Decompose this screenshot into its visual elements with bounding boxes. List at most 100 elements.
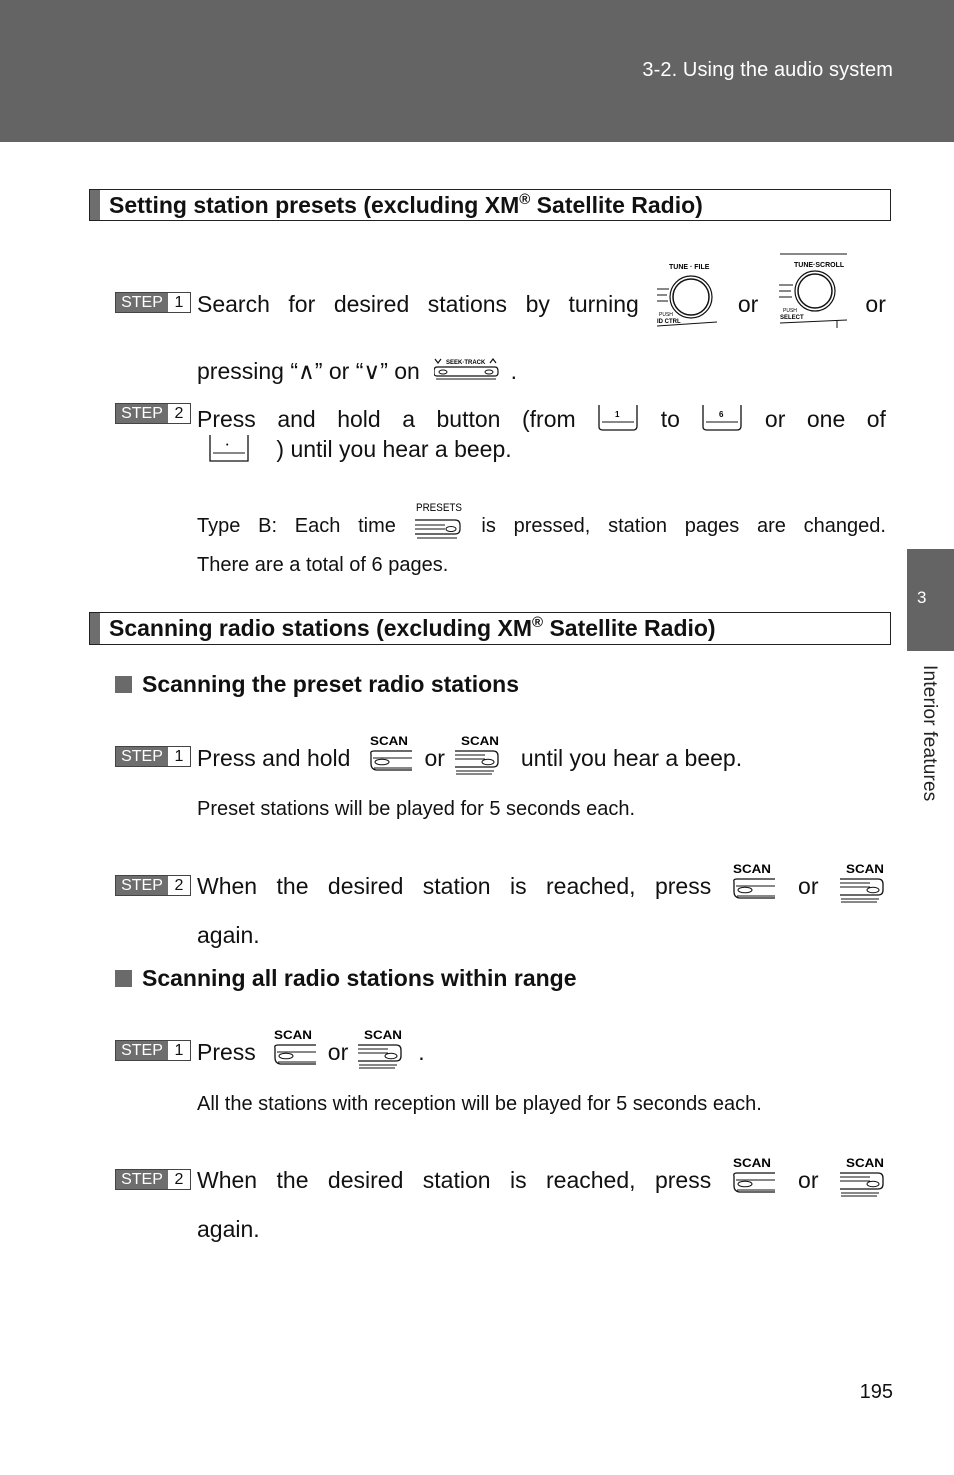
word: When [197, 873, 258, 899]
step-number: 1 [168, 747, 190, 766]
seek-track-button-icon: SEEK·TRACK [434, 357, 500, 381]
chapter-label: Interior features [919, 665, 940, 802]
svg-text:SCAN: SCAN [370, 734, 408, 748]
subsection-heading: Scanning all radio stations within range [115, 965, 577, 992]
step-number: 1 [168, 1041, 190, 1060]
step-label: STEP [116, 404, 168, 423]
scan-button-icon: SCAN [731, 1156, 779, 1198]
word: are [757, 515, 786, 537]
note-type-b: Type B: Each time PRESETS is pressed, st… [197, 496, 886, 541]
subsection-heading: Scanning the preset radio stations [115, 671, 519, 698]
scan-button-icon: SCAN [356, 1028, 404, 1070]
step-text-continued: • ) until you hear a beep. [208, 433, 512, 463]
svg-text:SELECT: SELECT [780, 315, 804, 321]
svg-text:TUNE·SCROLL: TUNE·SCROLL [794, 262, 845, 269]
or-text: or [798, 1167, 819, 1193]
step-text: Press SCAN or SCAN . [197, 1024, 425, 1070]
step-text-line: pressing “∧” or “∨” on [197, 358, 420, 384]
or-text: or [798, 873, 819, 899]
section-heading-presets: Setting station presets (excluding XM® S… [89, 189, 891, 221]
word: reached, [546, 1167, 636, 1193]
svg-text:SCAN: SCAN [733, 1156, 771, 1170]
tune-scroll-knob-icon: TUNE·SCROLL PUSH SELECT [777, 252, 847, 328]
square-bullet-icon [115, 676, 132, 693]
word: the [276, 1167, 309, 1193]
square-bullet-icon [115, 970, 132, 987]
scan-button-icon: SCAN [368, 734, 416, 776]
section-title: Setting station presets (excluding XM [109, 192, 520, 218]
word: of [866, 406, 886, 432]
word: Type [197, 515, 241, 537]
knob-label: TUNE · FILE [669, 264, 710, 271]
word: Each [294, 515, 341, 537]
step-label: STEP [116, 1170, 168, 1189]
word: Search [197, 291, 270, 317]
svg-text:SCAN: SCAN [846, 1156, 884, 1170]
svg-text:SCAN: SCAN [846, 862, 884, 876]
step-badge: STEP 1 [115, 746, 191, 767]
step-number: 2 [168, 404, 190, 423]
or-text: or [737, 291, 759, 317]
word: press [654, 1167, 712, 1193]
scan-button-icon: SCAN [838, 862, 886, 904]
note-text: Preset stations will be played for 5 sec… [197, 798, 636, 820]
chapter-number: 3 [917, 588, 927, 607]
period: . [418, 1039, 425, 1065]
period: . [510, 358, 518, 384]
word: desired [327, 873, 404, 899]
presets-button-icon: PRESETS [414, 499, 464, 541]
step-text-continued: pressing “∧” or “∨” on SEEK·TRACK . [197, 357, 517, 385]
step-badge: STEP 2 [115, 403, 191, 424]
word: pressed, [513, 515, 591, 537]
step-label: STEP [116, 293, 168, 312]
step-text-line: Press and hold [197, 745, 351, 771]
step-badge: STEP 2 [115, 1169, 191, 1190]
word: station [608, 515, 668, 537]
word: one [806, 406, 846, 432]
word: for [288, 291, 316, 317]
svg-text:6: 6 [719, 410, 724, 419]
word: stations [427, 291, 508, 317]
word: station [422, 873, 491, 899]
scan-button-icon: SCAN [453, 734, 501, 776]
word: and [277, 406, 316, 432]
preset-button-1-icon: 1 [597, 403, 639, 433]
svg-text:SEEK·TRACK: SEEK·TRACK [446, 360, 486, 366]
word: is [509, 873, 527, 899]
step-badge: STEP 1 [115, 292, 191, 313]
word: Press [197, 406, 256, 432]
scan-button-icon: SCAN [838, 1156, 886, 1198]
svg-text:SCAN: SCAN [364, 1028, 402, 1042]
word: changed. [803, 515, 886, 537]
page-header: 3-2. Using the audio system [0, 0, 954, 142]
step-text: When the desired station is reached, pre… [197, 1152, 886, 1198]
step-text-continued: again. [197, 922, 260, 948]
subsection-title: Scanning all radio stations within range [142, 965, 577, 991]
step-text: Press and hold a button (from 1 to 6 or … [197, 399, 886, 433]
word: is [509, 1167, 527, 1193]
word: by [525, 291, 550, 317]
preset-button-icon: • [208, 433, 250, 463]
svg-text:•: • [226, 442, 229, 449]
word: reached, [546, 873, 636, 899]
section-heading-scanning: Scanning radio stations (excluding XM® S… [89, 612, 891, 645]
svg-text:PUSH: PUSH [783, 308, 797, 314]
word: hold [337, 406, 381, 432]
scan-button-icon: SCAN [272, 1028, 320, 1070]
step-text: Search for desired stations by turning T… [197, 253, 886, 328]
step-label: STEP [116, 1041, 168, 1060]
step-text: When the desired station is reached, pre… [197, 858, 886, 904]
or-text: or [865, 291, 886, 317]
section-title-suffix: Satellite Radio) [543, 615, 716, 641]
word: press [654, 873, 712, 899]
word: or [764, 406, 786, 432]
to-text: to [660, 406, 680, 432]
or-text: or [327, 1039, 349, 1065]
section-title-suffix: Satellite Radio) [530, 192, 703, 218]
step-number: 1 [168, 293, 190, 312]
or-text: or [424, 745, 445, 771]
step-text-line: Press [197, 1039, 256, 1065]
svg-text:SCAN: SCAN [461, 734, 499, 748]
step-number: 2 [168, 1170, 190, 1189]
word: station [422, 1167, 491, 1193]
